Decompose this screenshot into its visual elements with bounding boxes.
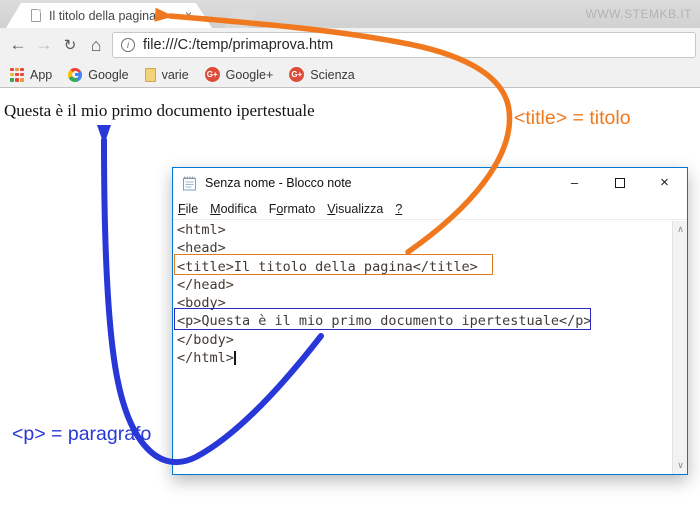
folder-icon xyxy=(144,67,156,82)
title-highlight-box xyxy=(174,254,493,275)
bookmark-app[interactable]: App xyxy=(10,67,53,82)
notepad-title: Senza nome - Blocco note xyxy=(205,176,352,190)
menu-visualizza[interactable]: Visualizza xyxy=(327,202,383,216)
menu-file[interactable]: File xyxy=(178,202,198,216)
rendered-paragraph: Questa è il mio primo documento ipertest… xyxy=(4,101,315,120)
google-plus-icon: G+ xyxy=(289,67,305,82)
new-tab-button[interactable] xyxy=(224,5,260,28)
minimize-icon[interactable]: – xyxy=(552,168,597,197)
bookmarks-bar: App Google varie G+ Google+ G+ Scienza xyxy=(0,62,700,88)
info-icon[interactable]: i xyxy=(121,38,135,52)
bookmark-label: varie xyxy=(161,67,189,82)
address-bar[interactable]: i file:///C:/temp/primaprova.htm xyxy=(112,32,696,58)
paragraph-highlight-box xyxy=(174,308,591,330)
code-line: </body> xyxy=(177,331,234,348)
code-line: <html> xyxy=(177,222,226,238)
google-plus-icon: G+ xyxy=(204,67,220,82)
bookmark-label: App xyxy=(30,67,53,82)
tab-strip: Il titolo della pagina × WWW.STEMKB.IT xyxy=(0,0,700,28)
notepad-titlebar[interactable]: Senza nome - Blocco note – × xyxy=(173,168,687,198)
bookmark-varie[interactable]: varie xyxy=(144,67,189,82)
bookmark-googleplus[interactable]: G+ Google+ xyxy=(204,67,274,82)
menu-formato[interactable]: Formato xyxy=(269,202,316,216)
maximize-glyph xyxy=(614,177,625,188)
notepad-scrollbar[interactable]: ∧ ∨ xyxy=(672,221,687,474)
browser-tab[interactable]: Il titolo della pagina × xyxy=(6,3,212,28)
code-line: </head> xyxy=(177,276,234,293)
annotation-title-label: <title> = titolo xyxy=(514,107,631,129)
watermark: WWW.STEMKB.IT xyxy=(585,7,692,21)
menu-help[interactable]: ? xyxy=(395,202,402,216)
tab-title: Il titolo della pagina xyxy=(49,8,157,23)
tab-close-icon[interactable]: × xyxy=(185,8,192,22)
reload-icon[interactable]: ↻ xyxy=(58,32,82,58)
notepad-app-icon xyxy=(183,176,196,190)
forward-icon: → xyxy=(35,35,53,54)
maximize-icon[interactable] xyxy=(597,168,642,197)
scroll-down-icon[interactable]: ∨ xyxy=(673,458,688,473)
notepad-menubar: File Modifica Formato Visualizza ? xyxy=(173,198,687,220)
bookmark-label: Scienza xyxy=(310,67,355,82)
bookmark-label: Google+ xyxy=(225,67,274,82)
back-icon[interactable]: ← xyxy=(6,32,30,58)
bookmark-scienza[interactable]: G+ Scienza xyxy=(289,67,355,82)
browser-toolbar: ← → ↻ ⌂ i file:///C:/temp/primaprova.htm xyxy=(0,28,700,62)
close-icon[interactable]: × xyxy=(642,168,687,197)
notepad-window: Senza nome - Blocco note – × File Modifi… xyxy=(172,167,688,475)
bookmark-google[interactable]: Google xyxy=(68,67,129,82)
page-favicon-icon xyxy=(31,9,41,22)
annotation-paragraph-label: <p> = paragrafo xyxy=(12,423,152,445)
home-icon[interactable]: ⌂ xyxy=(84,32,108,58)
text-caret xyxy=(234,351,236,365)
apps-grid-icon xyxy=(10,67,24,82)
google-g-icon xyxy=(68,67,83,82)
menu-modifica[interactable]: Modifica xyxy=(210,202,257,216)
scroll-up-icon[interactable]: ∧ xyxy=(673,222,688,237)
code-line: </html> xyxy=(177,350,234,367)
bookmark-label: Google xyxy=(88,67,129,82)
url-text[interactable]: file:///C:/temp/primaprova.htm xyxy=(143,37,333,53)
